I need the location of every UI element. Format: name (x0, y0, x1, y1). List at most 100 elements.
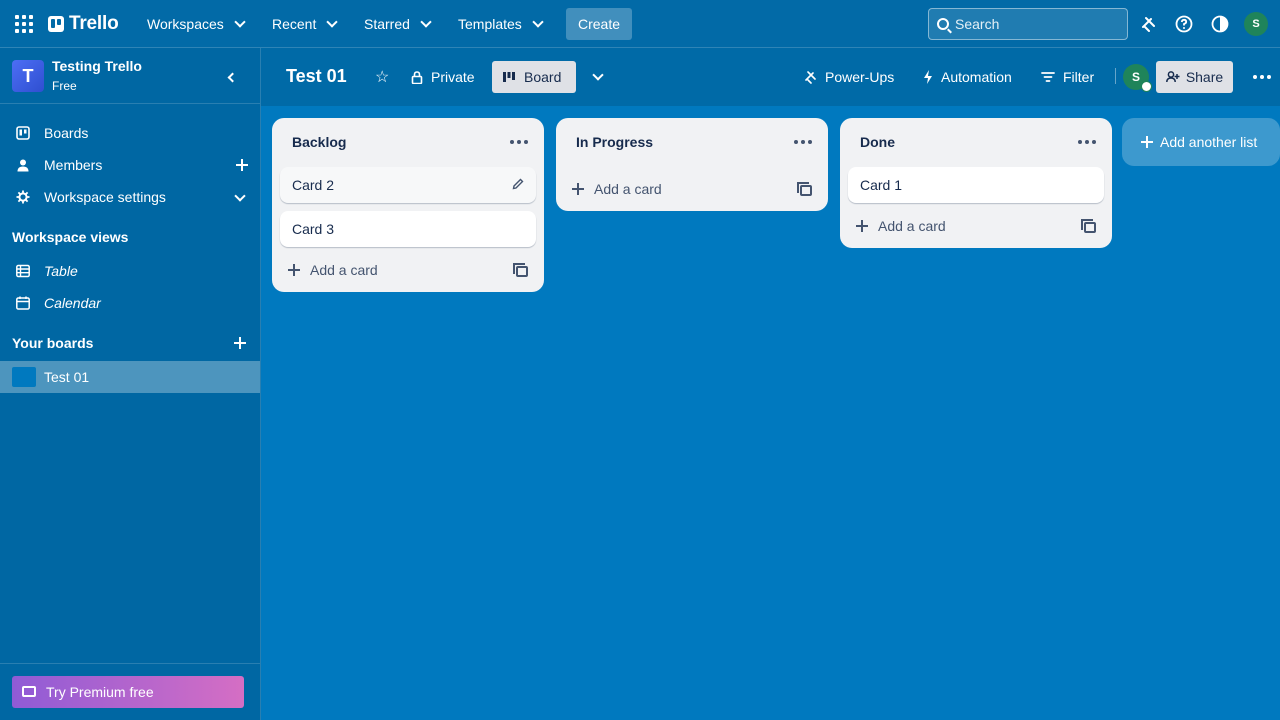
card[interactable]: Card 2 (280, 167, 536, 203)
sidebar-item-table[interactable]: Table (0, 255, 260, 287)
star-board-button[interactable]: ☆ (365, 61, 399, 93)
list-title[interactable]: Backlog (292, 134, 346, 150)
more-icon (510, 140, 528, 144)
list-title[interactable]: Done (860, 134, 895, 150)
filter-label: Filter (1063, 69, 1095, 85)
workspace-plan: Free (52, 79, 77, 93)
workspace-sidebar: T Testing Trello Free Boards Members Wor… (0, 48, 261, 720)
share-button[interactable]: Share (1156, 61, 1233, 93)
card-template-icon[interactable] (1081, 219, 1096, 233)
user-avatar[interactable]: S (1244, 12, 1268, 36)
add-card-label: Add a card (594, 181, 662, 197)
more-icon (1253, 75, 1271, 79)
workspace-header: T Testing Trello Free (0, 48, 260, 104)
add-card-button[interactable]: Add a card (856, 214, 946, 238)
plus-icon (572, 183, 584, 195)
help-icon[interactable] (1172, 12, 1196, 36)
try-premium-button[interactable]: Try Premium free (12, 676, 244, 708)
list-done: Done Card 1 Add a card (840, 118, 1112, 248)
collapse-sidebar-button[interactable] (219, 65, 243, 89)
filter-icon (1041, 72, 1055, 82)
search-box[interactable] (928, 8, 1128, 40)
chevron-down-icon (592, 69, 604, 81)
lightning-icon (924, 70, 932, 84)
card[interactable]: Card 1 (848, 167, 1104, 203)
automation-label: Automation (941, 69, 1012, 85)
sidebar-item-calendar[interactable]: Calendar (0, 287, 260, 319)
automation-button[interactable]: Automation (913, 61, 1022, 93)
templates-menu-label: Templates (458, 16, 522, 32)
workspaces-menu-label: Workspaces (147, 16, 224, 32)
divider (1115, 68, 1116, 84)
briefcase-icon (22, 686, 36, 697)
board-menu-button[interactable] (1243, 61, 1280, 93)
your-boards-heading: Your boards (12, 335, 94, 351)
plus-icon (288, 264, 300, 276)
list-title[interactable]: In Progress (576, 134, 653, 150)
chevron-down-icon[interactable] (234, 190, 246, 202)
sidebar-item-workspace-settings[interactable]: Workspace settings (0, 181, 260, 213)
add-member-icon[interactable] (236, 159, 248, 171)
filter-button[interactable]: Filter (1031, 61, 1104, 93)
sidebar-item-members[interactable]: Members (0, 149, 260, 181)
templates-menu[interactable]: Templates (448, 8, 552, 40)
sidebar-item-label: Calendar (44, 295, 101, 311)
card-template-icon[interactable] (513, 263, 528, 277)
calendar-icon (16, 296, 30, 310)
notifications-icon[interactable] (1136, 12, 1160, 36)
add-board-icon[interactable] (234, 337, 246, 349)
power-ups-button[interactable]: Power-Ups (793, 61, 904, 93)
card-template-icon[interactable] (797, 182, 812, 196)
workspaces-menu[interactable]: Workspaces (137, 8, 254, 40)
theme-toggle-icon[interactable] (1208, 12, 1232, 36)
switch-views-button[interactable] (584, 61, 612, 93)
admin-badge-icon (1141, 81, 1152, 92)
pencil-icon[interactable] (512, 178, 524, 190)
app-switcher-icon[interactable] (14, 14, 34, 34)
sidebar-item-label: Table (44, 263, 78, 279)
board-title[interactable]: Test 01 (286, 66, 347, 87)
list-backlog: Backlog Card 2 Card 3 Add a card (272, 118, 544, 292)
sidebar-item-boards[interactable]: Boards (0, 117, 260, 149)
board-view-button[interactable]: Board (492, 61, 576, 93)
card-title: Card 1 (860, 177, 903, 193)
add-card-button[interactable]: Add a card (288, 258, 378, 282)
top-navigation-bar: Trello Workspaces Recent Starred Templat… (0, 0, 1280, 48)
board-member-initial: S (1131, 70, 1140, 84)
board-icon (16, 126, 30, 140)
sidebar-board-label: Test 01 (44, 369, 90, 385)
workspace-name[interactable]: Testing Trello (52, 58, 142, 74)
add-person-icon (1165, 71, 1180, 83)
workspace-logo: T (12, 60, 44, 92)
add-another-list-button[interactable]: Add another list (1122, 118, 1280, 166)
chevron-down-icon (420, 16, 432, 28)
more-icon (794, 140, 812, 144)
workspace-views-heading: Workspace views (12, 229, 129, 245)
list-actions-button[interactable] (510, 140, 528, 144)
lock-icon (411, 70, 423, 84)
board-header: Test 01 ☆ Private Board Power-Ups Automa… (261, 48, 1280, 106)
sidebar-board-test-01[interactable]: Test 01 (0, 361, 260, 393)
starred-menu[interactable]: Starred (354, 8, 440, 40)
sidebar-item-label: Workspace settings (44, 189, 166, 205)
list-actions-button[interactable] (1078, 140, 1096, 144)
trello-logo-icon (48, 16, 64, 32)
board-member-avatar[interactable]: S (1123, 64, 1152, 92)
visibility-button[interactable]: Private (401, 61, 485, 93)
card-title: Card 2 (292, 177, 335, 193)
add-card-button[interactable]: Add a card (572, 177, 662, 201)
list-in-progress: In Progress Add a card (556, 118, 828, 211)
search-input[interactable] (955, 16, 1115, 32)
plus-icon (856, 220, 868, 232)
recent-menu[interactable]: Recent (262, 8, 346, 40)
create-button[interactable]: Create (566, 8, 632, 40)
card[interactable]: Card 3 (280, 211, 536, 247)
share-label: Share (1185, 69, 1224, 85)
sidebar-item-label: Boards (44, 125, 89, 141)
trello-logo[interactable]: Trello (48, 13, 119, 34)
try-premium-label: Try Premium free (46, 684, 154, 700)
board-view-icon (503, 72, 515, 82)
list-actions-button[interactable] (794, 140, 812, 144)
chevron-down-icon (326, 16, 339, 28)
plus-icon (1141, 136, 1153, 148)
